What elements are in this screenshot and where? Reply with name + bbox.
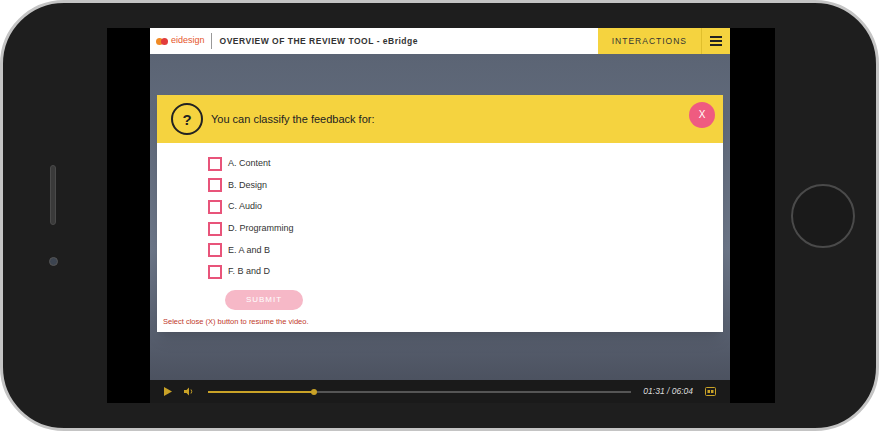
option-row[interactable]: A. Content <box>208 153 723 175</box>
option-label: B. Design <box>228 181 267 190</box>
play-button[interactable] <box>164 387 172 396</box>
option-label: A. Content <box>228 159 271 168</box>
screen: eidesign OVERVIEW OF THE REVIEW TOOL - eB… <box>107 28 775 403</box>
header-separator <box>211 33 212 49</box>
checkbox[interactable] <box>208 222 222 236</box>
question-text: You can classify the feedback for: <box>211 111 681 128</box>
seek-bar[interactable] <box>208 391 631 393</box>
speaker-grill <box>50 165 56 225</box>
course-title: OVERVIEW OF THE REVIEW TOOL - eBridge <box>212 35 598 48</box>
play-icon <box>164 387 172 396</box>
interactions-button[interactable]: INTERACTIONS <box>598 28 702 54</box>
letterbox-left <box>107 28 150 403</box>
checkbox[interactable] <box>208 157 222 171</box>
option-row[interactable]: F. B and D <box>208 261 723 283</box>
hamburger-icon <box>710 36 722 46</box>
question-dialog: ? You can classify the feedback for: X A. C… <box>157 95 723 332</box>
option-label: D. Programming <box>228 224 294 233</box>
option-label: F. B and D <box>228 267 270 276</box>
close-button[interactable]: X <box>689 102 715 128</box>
camera-dot <box>49 257 58 266</box>
checkbox[interactable] <box>208 178 222 192</box>
dialog-header: ? You can classify the feedback for: X <box>157 95 723 143</box>
right-bezel <box>775 28 876 403</box>
phone: eidesign OVERVIEW OF THE REVIEW TOOL - eB… <box>0 0 879 431</box>
question-badge: ? <box>171 103 203 135</box>
checkbox[interactable] <box>208 200 222 214</box>
seek-handle[interactable] <box>311 389 317 395</box>
captions-icon[interactable] <box>705 387 716 396</box>
logo-mark-icon <box>156 38 168 45</box>
option-label: C. Audio <box>228 202 262 211</box>
header: eidesign OVERVIEW OF THE REVIEW TOOL - eB… <box>150 28 730 54</box>
time-display: 01:31 / 06:04 <box>643 385 693 398</box>
option-row[interactable]: E. A and B <box>208 239 723 261</box>
logo-text: eidesign <box>171 34 205 48</box>
home-button[interactable] <box>791 184 855 248</box>
app: eidesign OVERVIEW OF THE REVIEW TOOL - eB… <box>150 28 730 403</box>
option-label: E. A and B <box>228 246 270 255</box>
dialog-note: Select close (X) button to resume the vi… <box>157 310 723 332</box>
checkbox[interactable] <box>208 243 222 257</box>
page: eidesign OVERVIEW OF THE REVIEW TOOL - eB… <box>0 0 879 431</box>
player-controls: 01:31 / 06:04 <box>150 380 730 403</box>
submit-button[interactable]: SUBMIT <box>225 290 303 310</box>
checkbox[interactable] <box>208 265 222 279</box>
left-bezel <box>3 28 107 403</box>
option-row[interactable]: B. Design <box>208 175 723 197</box>
logo: eidesign <box>150 34 211 48</box>
options-list: A. Content B. Design C. Audio D. Programmin… <box>157 143 723 283</box>
video-frame: ? You can classify the feedback for: X A. C… <box>150 54 730 380</box>
option-row[interactable]: C. Audio <box>208 196 723 218</box>
option-row[interactable]: D. Programming <box>208 218 723 240</box>
menu-button[interactable] <box>702 28 730 54</box>
volume-icon[interactable] <box>184 387 194 396</box>
seek-fill <box>208 391 314 393</box>
letterbox-right <box>730 28 775 403</box>
